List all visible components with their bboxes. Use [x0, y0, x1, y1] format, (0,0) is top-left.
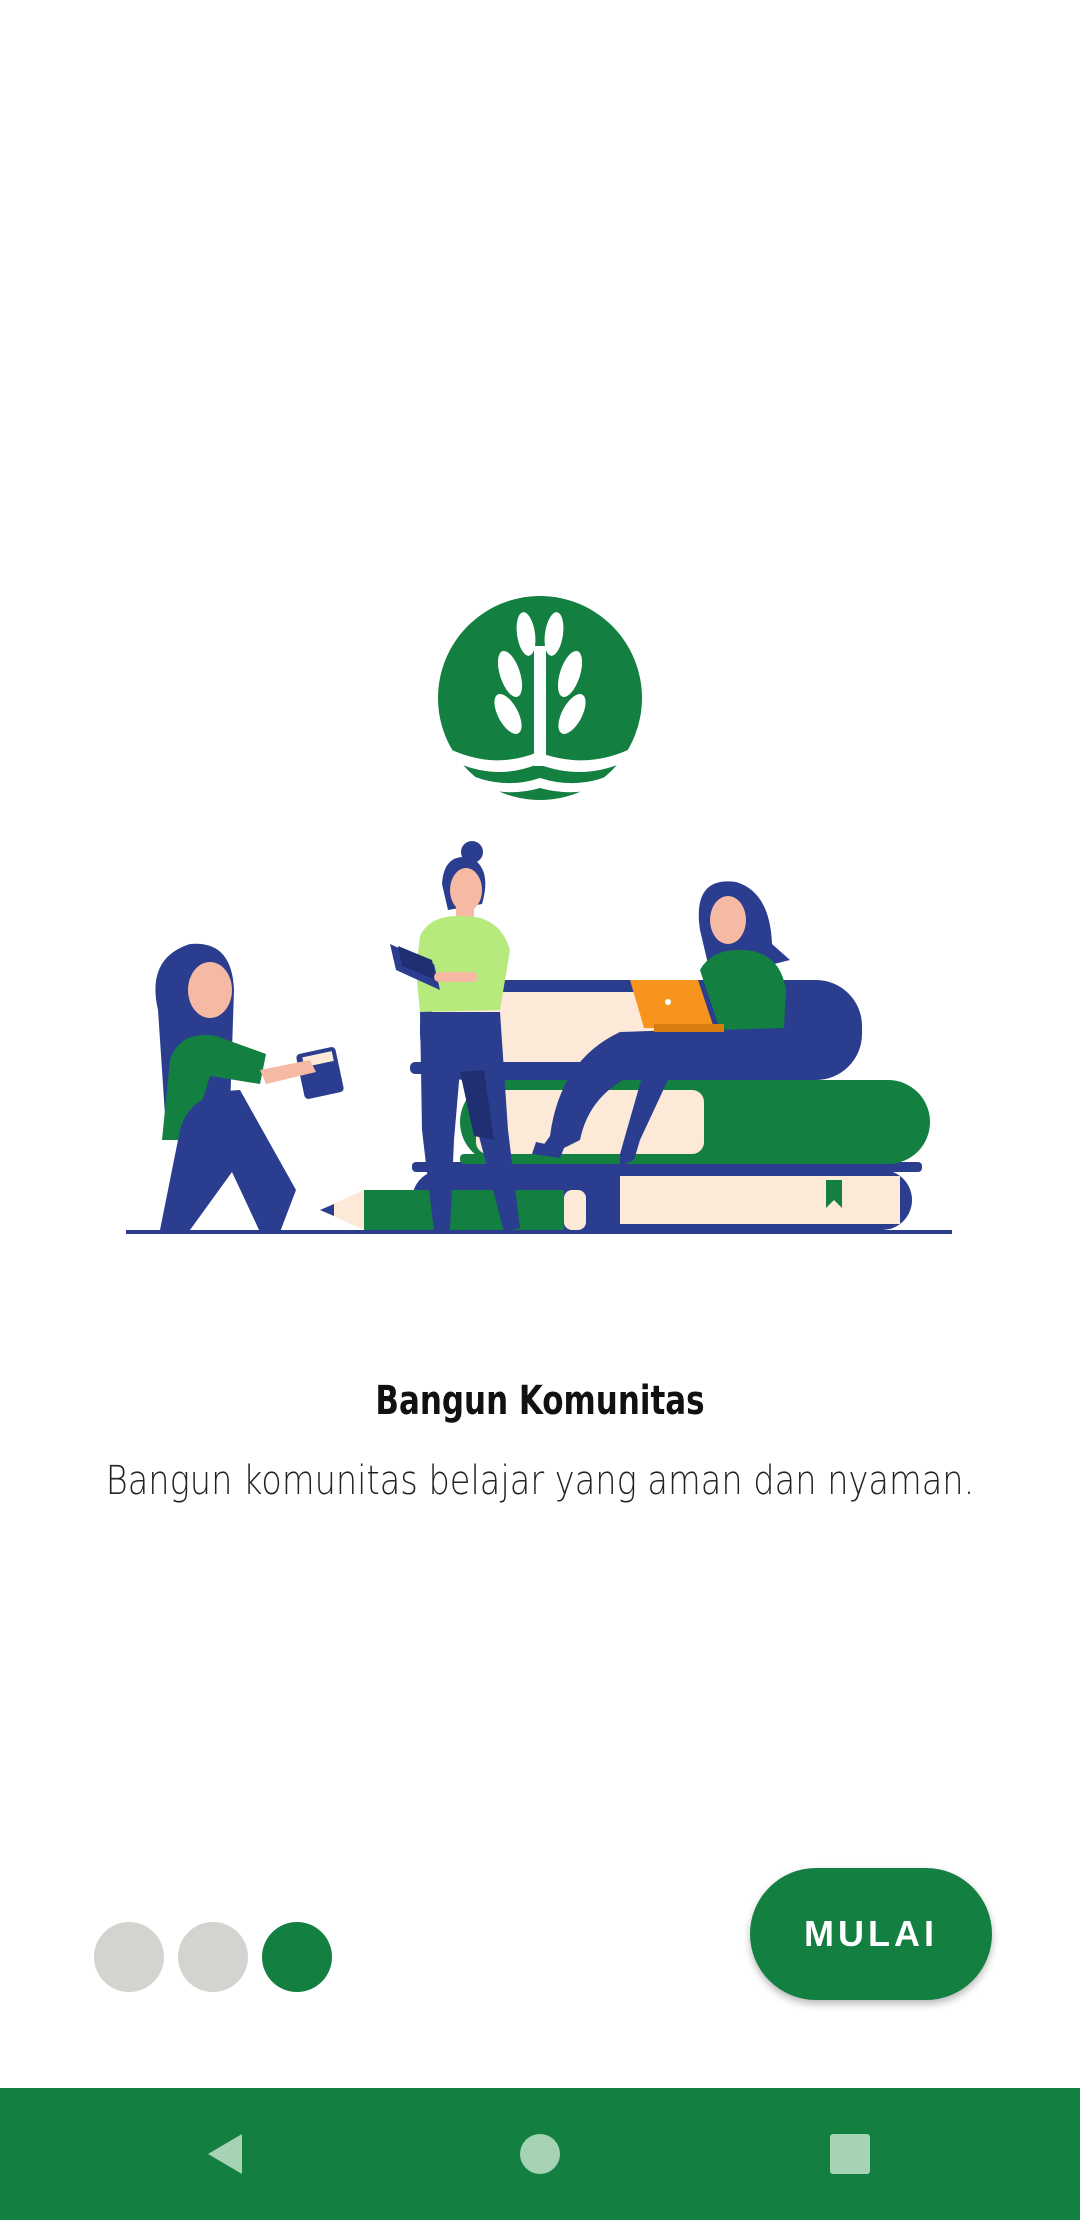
onboarding-description: Bangun komunitas belajar yang aman dan n…: [105, 1458, 975, 1504]
page-indicator-dot-3[interactable]: [262, 1922, 332, 1992]
nav-back-button[interactable]: [146, 2088, 306, 2220]
nav-recent-button[interactable]: [770, 2088, 930, 2220]
students-illustration: [126, 841, 952, 1234]
page-indicator-dot-2[interactable]: [178, 1922, 248, 1992]
back-triangle-icon: [208, 2134, 242, 2174]
page-indicator: [94, 1922, 332, 1992]
onboarding-title: Bangun Komunitas: [375, 1378, 705, 1424]
recent-apps-square-icon: [830, 2134, 870, 2174]
home-circle-icon: [520, 2134, 560, 2174]
system-navigation-bar: [0, 2088, 1080, 2220]
page-indicator-dot-1[interactable]: [94, 1922, 164, 1992]
onboarding-screen: Bangun Komunitas Bangun komunitas belaja…: [0, 0, 1080, 2220]
wheat-logo-icon: [438, 596, 642, 800]
start-button[interactable]: MULAI: [750, 1868, 992, 2000]
nav-home-button[interactable]: [460, 2088, 620, 2220]
